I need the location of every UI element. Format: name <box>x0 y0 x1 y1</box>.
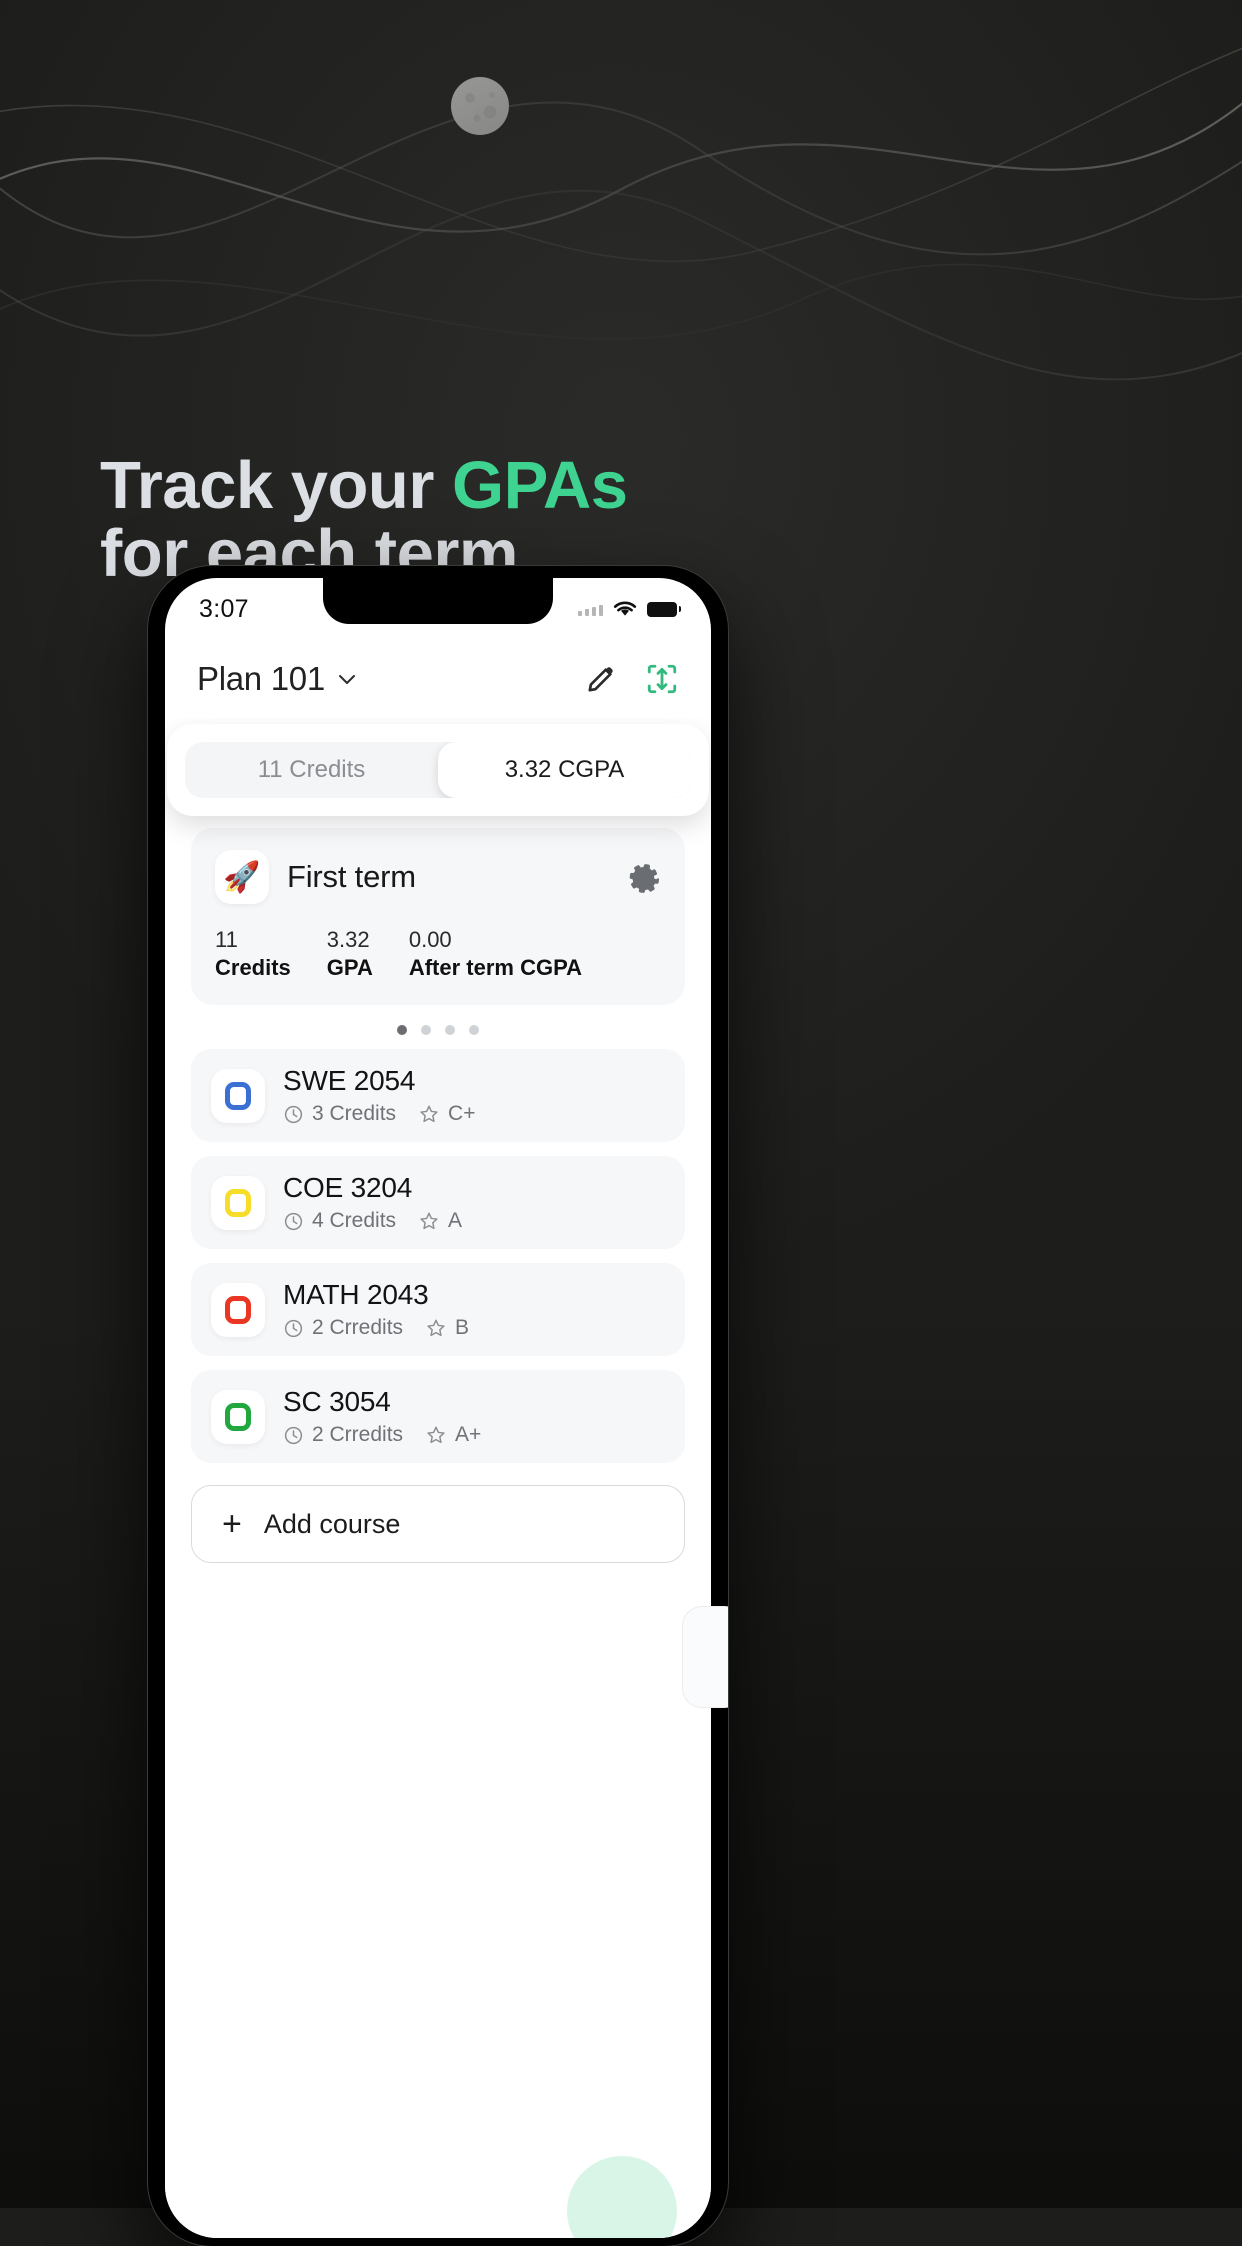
term-stat: 11 Credits <box>215 926 291 981</box>
headline-accent: GPAs <box>452 448 628 523</box>
rocket-emoji: 🚀 <box>215 850 269 904</box>
course-list: SWE 2054 3 Credits C+ COE 3204 4 Credits… <box>191 1049 685 1463</box>
term-stats: 11 Credits 3.32 GPA 0.00 After term CGPA <box>215 926 661 981</box>
status-bar-time: 3:07 <box>199 594 249 623</box>
course-color-tile <box>211 1175 265 1230</box>
headline-line-1: Track your GPAs <box>100 451 1000 520</box>
segmented-control[interactable]: 11 Credits 3.32 CGPA <box>185 742 691 798</box>
list-item[interactable]: COE 3204 4 Credits A <box>191 1156 685 1249</box>
course-grade-label: C+ <box>448 1102 476 1125</box>
term-identity: 🚀 First term <box>215 850 416 904</box>
course-info: COE 3204 4 Credits A <box>283 1172 462 1233</box>
phone-screen: 3:07 Plan 101 🚀 First term 11 Credits 3.… <box>165 578 711 2238</box>
course-code: SWE 2054 <box>283 1065 416 1096</box>
gear-icon[interactable] <box>627 860 661 894</box>
term-stat: 0.00 After term CGPA <box>409 926 582 981</box>
app-header: Plan 101 <box>165 640 711 718</box>
pager-dot[interactable] <box>397 1025 407 1035</box>
course-meta: 4 Credits A <box>283 1209 462 1233</box>
add-course-label: Add course <box>263 1508 401 1539</box>
course-color-tile <box>211 1068 265 1123</box>
course-grade: B <box>425 1316 469 1340</box>
course-meta: 3 Credits C+ <box>283 1102 475 1126</box>
clock-icon <box>284 1212 303 1230</box>
course-color-tile <box>211 1282 265 1337</box>
app-content: 🚀 First term 11 Credits 3.32 GPA 0.00 Af… <box>165 814 711 2238</box>
add-course-button[interactable]: + Add course <box>191 1485 685 1563</box>
summary-toggle-card: 11 Credits 3.32 CGPA <box>167 724 709 816</box>
term-card-header: 🚀 First term <box>215 850 661 904</box>
plan-selector[interactable]: Plan 101 <box>197 660 359 698</box>
course-color-swatch <box>225 1081 251 1110</box>
list-item[interactable]: SC 3054 2 Crredits A+ <box>191 1370 685 1463</box>
clock-icon <box>284 1105 303 1123</box>
course-color-tile <box>211 1389 265 1444</box>
course-grade-label: B <box>455 1316 470 1339</box>
status-bar-icons <box>578 600 681 618</box>
list-item[interactable]: MATH 2043 2 Crredits B <box>191 1263 685 1356</box>
course-color-swatch <box>225 1402 251 1431</box>
course-credits-label: 2 Crredits <box>312 1316 404 1339</box>
tab-credits[interactable]: 11 Credits <box>185 742 438 798</box>
course-info: MATH 2043 2 Crredits B <box>283 1279 469 1340</box>
course-credits-label: 4 Credits <box>312 1209 397 1232</box>
course-credits: 2 Crredits <box>283 1316 403 1340</box>
course-credits-label: 2 Crredits <box>312 1423 404 1446</box>
star-icon <box>420 1105 438 1123</box>
term-summary-card[interactable]: 🚀 First term 11 Credits 3.32 GPA 0.00 Af… <box>191 828 685 1005</box>
clock-icon <box>284 1319 303 1337</box>
pager-dot[interactable] <box>469 1025 479 1035</box>
tab-cgpa[interactable]: 3.32 CGPA <box>438 742 691 798</box>
page-title: Plan 101 <box>197 660 325 697</box>
course-meta: 2 Crredits A+ <box>283 1423 481 1447</box>
term-stat: 3.32 GPA <box>327 926 373 981</box>
star-icon <box>420 1212 438 1230</box>
course-info: SC 3054 2 Crredits A+ <box>283 1386 481 1447</box>
course-credits: 4 Credits <box>283 1209 396 1233</box>
wifi-icon <box>613 601 637 616</box>
course-credits: 2 Crredits <box>283 1423 403 1447</box>
list-item[interactable]: SWE 2054 3 Credits C+ <box>191 1049 685 1142</box>
course-grade: A <box>418 1209 462 1233</box>
course-color-swatch <box>225 1295 251 1324</box>
course-credits: 3 Credits <box>283 1102 396 1126</box>
course-color-swatch <box>225 1188 251 1217</box>
course-grade: A+ <box>425 1423 481 1447</box>
course-grade-label: A+ <box>455 1423 482 1446</box>
course-meta: 2 Crredits B <box>283 1316 469 1340</box>
plus-icon: + <box>222 1505 242 1543</box>
term-stat-label: After term CGPA <box>408 954 583 980</box>
term-stat-value: 0.00 <box>408 927 452 952</box>
course-code: SC 3054 <box>283 1386 391 1417</box>
expand-vertical-icon[interactable] <box>645 662 679 696</box>
term-name: First term <box>287 859 416 894</box>
term-stat-value: 11 <box>215 927 238 952</box>
next-page-peek-card <box>682 1606 728 1708</box>
phone-notch <box>323 578 553 624</box>
course-grade: C+ <box>418 1102 475 1126</box>
course-info: SWE 2054 3 Credits C+ <box>283 1065 475 1126</box>
pager-dot[interactable] <box>421 1025 431 1035</box>
term-stat-label: Credits <box>215 954 291 980</box>
star-icon <box>427 1319 445 1337</box>
phone-mockup: 3:07 Plan 101 🚀 First term 11 Credits 3.… <box>148 566 728 2246</box>
star-icon <box>427 1426 445 1444</box>
signal-dots-icon <box>578 602 603 616</box>
course-grade-label: A <box>448 1209 463 1232</box>
headline-prefix: Track your <box>100 448 453 523</box>
clock-icon <box>284 1426 303 1444</box>
battery-full-icon <box>647 601 681 617</box>
chevron-down-icon <box>338 675 355 684</box>
pencil-icon[interactable] <box>585 663 617 695</box>
course-code: MATH 2043 <box>283 1279 429 1310</box>
course-credits-label: 3 Credits <box>312 1102 397 1125</box>
pager-dot[interactable] <box>445 1025 455 1035</box>
term-stat-value: 3.32 <box>326 927 370 952</box>
term-pager[interactable] <box>191 1025 685 1035</box>
term-stat-label: GPA <box>326 954 373 980</box>
course-code: COE 3204 <box>283 1172 413 1203</box>
header-actions <box>585 662 679 696</box>
